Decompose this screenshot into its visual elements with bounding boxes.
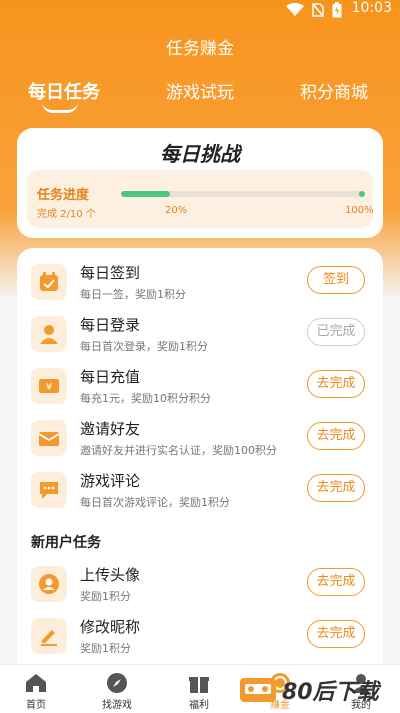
active-tab-indicator bbox=[42, 102, 78, 113]
progress-fill bbox=[121, 191, 170, 197]
compass-icon bbox=[107, 673, 127, 693]
calendar-check-icon bbox=[31, 264, 67, 300]
checkin-button[interactable]: 签到 bbox=[307, 266, 365, 294]
battery-charging-icon bbox=[332, 2, 342, 18]
nav-label: 福利 bbox=[189, 700, 209, 711]
go-complete-button[interactable]: 去完成 bbox=[307, 370, 365, 398]
task-description: 每日一签，奖励1积分 bbox=[80, 288, 186, 301]
task-description: 每充1元，奖励10积分积分 bbox=[80, 392, 211, 405]
task-title: 邀请好友 bbox=[80, 420, 141, 438]
task-row-edit-nickname: 修改昵称 奖励1积分 去完成 bbox=[17, 610, 383, 662]
tab-label: 游戏试玩 bbox=[166, 83, 234, 103]
section-title-new-user: 新用户任务 bbox=[31, 535, 101, 551]
envelope-icon bbox=[31, 420, 67, 456]
task-row-invite: 邀请好友 邀请好友并进行实名认证，奖励100积分 去完成 bbox=[17, 412, 383, 464]
tab-daily-tasks[interactable]: 每日任务 bbox=[4, 78, 124, 113]
page-title: 任务赚金 bbox=[166, 39, 234, 59]
progress-count: 完成 2/10 个 bbox=[37, 209, 96, 220]
status-icons bbox=[286, 2, 342, 18]
nav-home[interactable]: 首页 bbox=[6, 671, 66, 711]
task-title: 每日登录 bbox=[80, 316, 141, 334]
tab-points-mall[interactable]: 积分商城 bbox=[274, 78, 394, 103]
task-description: 奖励1积分 bbox=[80, 590, 131, 603]
task-title: 每日充值 bbox=[80, 368, 141, 386]
go-complete-button[interactable]: 去完成 bbox=[307, 568, 365, 596]
task-title: 修改昵称 bbox=[80, 618, 141, 636]
no-sim-icon bbox=[312, 3, 324, 17]
clock: 10:03 bbox=[351, 0, 392, 16]
status-bar: 10:03 bbox=[0, 0, 400, 20]
progress-label: 任务进度 bbox=[37, 188, 90, 203]
nav-welfare[interactable]: 福利 bbox=[169, 671, 229, 711]
completed-button[interactable]: 已完成 bbox=[307, 318, 365, 346]
go-complete-button[interactable]: 去完成 bbox=[307, 620, 365, 648]
progress-mid-percent: 20% bbox=[165, 205, 188, 216]
task-description: 每日首次游戏评论，奖励1积分 bbox=[80, 496, 230, 509]
progress-bar bbox=[121, 191, 365, 197]
task-row-upload-avatar: 上传头像 奖励1积分 去完成 bbox=[17, 558, 383, 610]
task-row-login: 每日登录 每日首次登录，奖励1积分 已完成 bbox=[17, 308, 383, 360]
user-icon bbox=[31, 316, 67, 352]
task-list-card: 每日签到 每日一签，奖励1积分 签到 每日登录 每日首次登录，奖励1积分 已完成… bbox=[17, 248, 383, 678]
avatar-icon bbox=[31, 566, 67, 602]
progress-end-percent: 100% bbox=[345, 205, 374, 216]
progress-panel: 任务进度 完成 2/10 个 20% 100% bbox=[27, 170, 374, 228]
nav-label: 找游戏 bbox=[102, 700, 132, 711]
task-title: 游戏评论 bbox=[80, 472, 141, 490]
task-description: 奖励1积分 bbox=[80, 642, 131, 655]
challenge-title: 每日挑战 bbox=[160, 142, 240, 166]
tab-game-trial[interactable]: 游戏试玩 bbox=[140, 78, 260, 103]
cassette-logo-icon bbox=[240, 678, 276, 702]
task-row-checkin: 每日签到 每日一签，奖励1积分 签到 bbox=[17, 256, 383, 308]
task-description: 每日首次登录，奖励1积分 bbox=[80, 340, 208, 353]
watermark-text: 80后下载 bbox=[282, 680, 379, 705]
home-icon bbox=[26, 674, 46, 692]
task-title: 上传头像 bbox=[80, 566, 141, 584]
task-row-review: 游戏评论 每日首次游戏评论，奖励1积分 去完成 bbox=[17, 464, 383, 516]
gift-icon bbox=[189, 677, 209, 693]
wifi-icon bbox=[286, 3, 304, 16]
tab-bar: 每日任务 游戏试玩 积分商城 bbox=[0, 78, 400, 118]
svg-text:¥: ¥ bbox=[46, 382, 52, 393]
go-complete-button[interactable]: 去完成 bbox=[307, 422, 365, 450]
daily-challenge-card: 每日挑战 任务进度 完成 2/10 个 20% 100% bbox=[17, 128, 383, 238]
edit-icon bbox=[31, 618, 67, 654]
tab-label: 每日任务 bbox=[28, 82, 100, 103]
tab-label: 积分商城 bbox=[300, 83, 368, 103]
progress-end-marker bbox=[359, 191, 365, 197]
task-description: 邀请好友并进行实名认证，奖励100积分 bbox=[80, 444, 277, 457]
nav-find-games[interactable]: 找游戏 bbox=[87, 671, 147, 711]
comment-icon bbox=[31, 472, 67, 508]
task-row-recharge: ¥ 每日充值 每充1元，奖励10积分积分 去完成 bbox=[17, 360, 383, 412]
task-title: 每日签到 bbox=[80, 264, 141, 282]
site-watermark: 80后下载 bbox=[238, 672, 400, 708]
go-complete-button[interactable]: 去完成 bbox=[307, 474, 365, 502]
nav-label: 首页 bbox=[26, 700, 46, 711]
money-icon: ¥ bbox=[31, 368, 67, 404]
